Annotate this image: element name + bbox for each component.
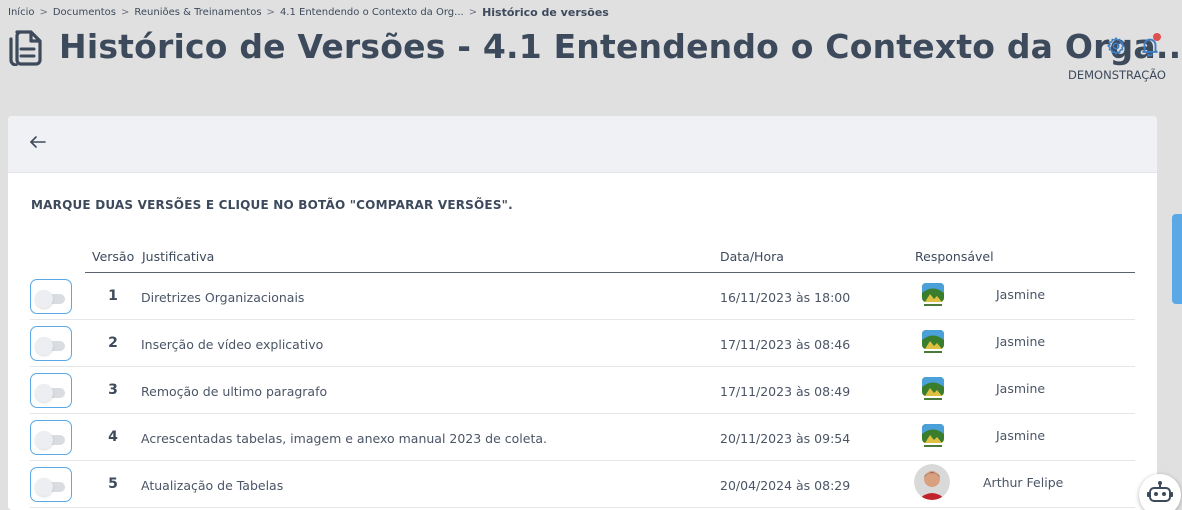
arrow-left-icon[interactable] (28, 132, 48, 152)
breadcrumb-separator: > (121, 7, 130, 18)
breadcrumb-item-inicio[interactable]: Início (8, 7, 34, 18)
table-row: 2 Inserção de vídeo explicativo 17/11/20… (30, 320, 1135, 367)
column-header-justification: Justificativa (142, 249, 215, 264)
table-row: 1 Diretrizes Organizacionais 16/11/2023 … (30, 273, 1135, 320)
avatar (914, 464, 950, 500)
version-select-toggle[interactable] (30, 420, 72, 455)
table-row: 4 Acrescentadas tabelas, imagem e anexo … (30, 414, 1135, 461)
card-header (8, 116, 1157, 173)
breadcrumb-current: Histórico de versões (482, 6, 609, 19)
breadcrumb-separator: > (266, 7, 275, 18)
datetime-text: 16/11/2023 às 18:00 (720, 290, 851, 305)
version-number: 4 (108, 429, 118, 445)
breadcrumb-separator: > (468, 7, 478, 18)
notification-badge (1153, 33, 1161, 41)
version-select-toggle[interactable] (30, 467, 72, 502)
justification-text: Inserção de vídeo explicativo (141, 337, 324, 352)
assistant-button[interactable] (1139, 474, 1181, 510)
datetime-text: 20/04/2024 às 08:29 (720, 478, 851, 493)
breadcrumb: Início > Documentos > Reuniões & Treinam… (8, 6, 609, 19)
datetime-text: 17/11/2023 às 08:46 (720, 337, 851, 352)
avatar (921, 423, 945, 449)
responsible-name: Jasmine (996, 381, 1046, 396)
responsible-name: Arthur Felipe (983, 475, 1064, 490)
breadcrumb-item-documentos[interactable]: Documentos (53, 7, 116, 18)
avatar (921, 329, 945, 355)
table-row: 3 Remoção de ultimo paragrafo 17/11/2023… (30, 367, 1135, 414)
responsible-name: Jasmine (996, 334, 1046, 349)
version-number: 1 (108, 288, 118, 304)
table-row: 5 Atualização de Tabelas 20/04/2024 às 0… (30, 461, 1135, 508)
instruction-text: MARQUE DUAS VERSÕES E CLIQUE NO BOTÃO "C… (31, 198, 513, 212)
avatar (921, 376, 945, 402)
responsible-name: Jasmine (996, 287, 1046, 302)
version-number: 5 (108, 476, 118, 492)
user-name[interactable]: DEMONSTRAÇÃO (1068, 68, 1166, 82)
justification-text: Diretrizes Organizacionais (141, 290, 305, 305)
datetime-text: 17/11/2023 às 08:49 (720, 384, 851, 399)
gear-icon[interactable] (1106, 36, 1126, 56)
justification-text: Atualização de Tabelas (141, 478, 284, 493)
document-icon (9, 30, 42, 66)
page-title: Histórico de Versões - 4.1 Entendendo o … (59, 27, 1182, 66)
avatar (921, 282, 945, 308)
version-select-toggle[interactable] (30, 326, 72, 361)
robot-icon (1147, 481, 1173, 502)
breadcrumb-separator: > (39, 7, 48, 18)
column-header-responsible: Responsável (915, 249, 994, 264)
column-header-datetime: Data/Hora (720, 249, 784, 264)
version-select-toggle[interactable] (30, 373, 72, 408)
justification-text: Remoção de ultimo paragrafo (141, 384, 328, 399)
version-select-toggle[interactable] (30, 279, 72, 314)
column-header-version: Versão (92, 249, 135, 264)
side-panel-tab[interactable] (1172, 214, 1182, 304)
version-number: 3 (108, 382, 118, 398)
justification-text: Acrescentadas tabelas, imagem e anexo ma… (141, 431, 547, 446)
breadcrumb-item-document[interactable]: 4.1 Entendendo o Contexto da Org... (280, 7, 464, 18)
datetime-text: 20/11/2023 às 09:54 (720, 431, 851, 446)
breadcrumb-item-reunioes[interactable]: Reuniões & Treinamentos (134, 7, 261, 18)
version-number: 2 (108, 335, 118, 351)
responsible-name: Jasmine (996, 428, 1046, 443)
versions-card: MARQUE DUAS VERSÕES E CLIQUE NO BOTÃO "C… (8, 116, 1157, 510)
